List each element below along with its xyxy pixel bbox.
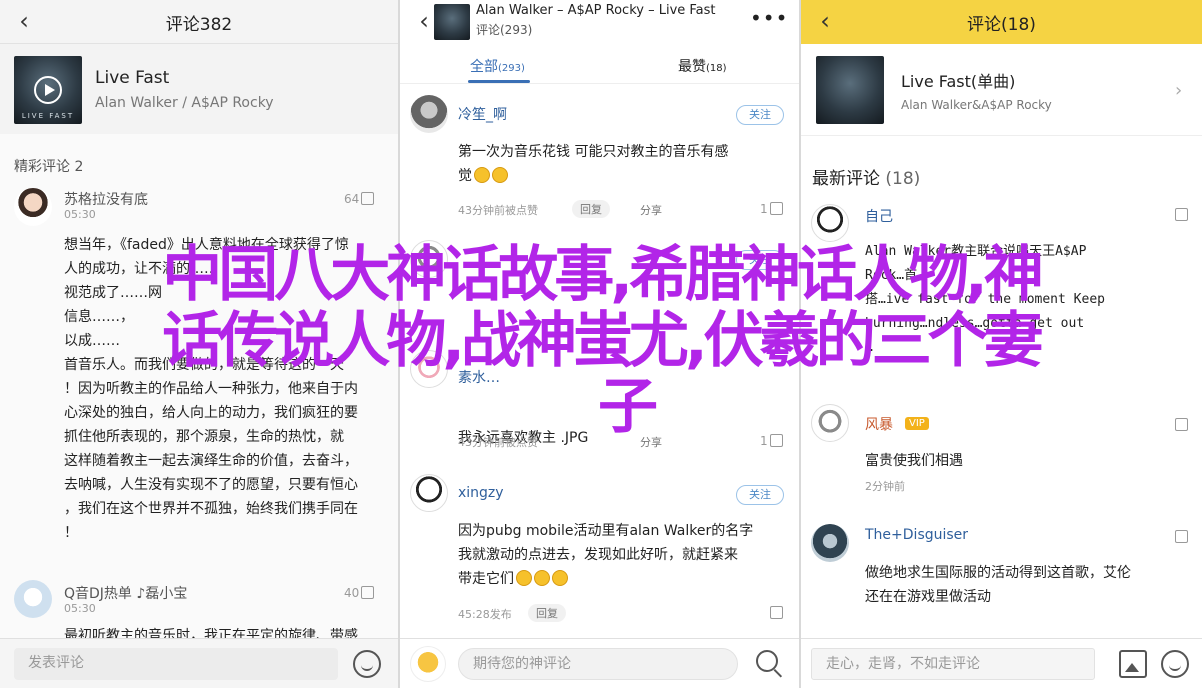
tab-all[interactable]: 全部(293) (470, 56, 525, 76)
comment-text: 第一次为音乐花钱 可能只对教主的音乐有感 觉 (458, 144, 729, 184)
emoji-icon (516, 570, 532, 586)
like-button[interactable]: 1 (760, 434, 783, 448)
page-title: 评论(18) (967, 15, 1036, 35)
tab-hot[interactable]: 最赞(18) (678, 56, 727, 76)
comment-input-bar: 发表评论 (0, 638, 398, 688)
comment-time: 45:28发布 (458, 608, 512, 621)
song-title: Live Fast(单曲) (901, 72, 1016, 91)
comment-input-bar: 期待您的神评论 (400, 638, 799, 688)
reply-button[interactable]: 回复 (528, 604, 566, 622)
thumbs-up-icon (769, 434, 783, 447)
avatar[interactable] (14, 188, 52, 226)
section-title: 最新评论 (18) (812, 169, 921, 189)
avatar[interactable] (811, 204, 849, 242)
comment-text: 因为pubg mobile活动里有alan Walker的名字 我就激动的点进去… (458, 523, 754, 587)
play-icon[interactable] (34, 76, 62, 104)
comment-text: Alan Walker教主联合说唱天王A$AP Rock…首… 搭…ive fa… (865, 244, 1105, 355)
share-button[interactable]: 分享 (640, 434, 662, 450)
comments-panel-2: ‹ Alan Walker – A$AP Rocky – Live Fast 评… (400, 0, 799, 688)
comment-author[interactable]: Q音DJ热单 ♪磊小宝 (64, 583, 187, 603)
song-artist: Alan Walker&A$AP Rocky (901, 98, 1052, 112)
thumbs-up-icon (361, 192, 375, 205)
avatar[interactable] (811, 404, 849, 442)
header-bar: ‹ Alan Walker – A$AP Rocky – Live Fast 评… (400, 0, 799, 44)
song-artist: Alan Walker / A$AP Rocky (95, 95, 274, 111)
search-icon[interactable] (756, 650, 778, 672)
comment-author[interactable]: 风暴 (865, 414, 893, 434)
comment-text: 做绝地求生国际服的活动得到这首歌，艾伦 还在在游戏里做活动 (865, 565, 1131, 605)
comment-tabs: 全部(293) 最赞(18) (400, 44, 799, 84)
comment-time: 43分钟前被点赞 (458, 204, 538, 217)
comment-count: 评论(293) (476, 23, 533, 37)
like-button[interactable] (1173, 530, 1188, 544)
avatar[interactable] (410, 474, 448, 512)
comment-text: 想当年，《faded》出人意料地在全球获得了惊 人的成功，让不满的…… 视范成了… (64, 237, 358, 541)
song-title: Alan Walker – A$AP Rocky – Live Fast (476, 3, 716, 18)
emoji-icon (474, 167, 490, 183)
more-icon[interactable]: ••• (750, 6, 788, 30)
emoji-icon[interactable] (353, 650, 381, 678)
emoji-icon (492, 167, 508, 183)
comment-time: 05:30 (64, 602, 96, 615)
avatar[interactable] (811, 524, 849, 562)
album-cover[interactable] (434, 4, 470, 40)
like-button[interactable]: 64 (344, 192, 375, 206)
tab-indicator (468, 80, 530, 83)
section-title: 精彩评论 2 (14, 159, 84, 175)
thumbs-up-icon (1175, 418, 1188, 431)
comment-author[interactable]: 素水… (458, 367, 500, 387)
thumbs-up-icon (1175, 208, 1188, 221)
page-title: 评论382 (165, 15, 233, 35)
comment-author[interactable]: 苏格拉没有底 (64, 189, 148, 209)
avatar[interactable] (410, 95, 448, 133)
avatar[interactable] (410, 240, 448, 278)
image-icon[interactable] (1119, 650, 1147, 678)
emoji-icon (534, 570, 550, 586)
avatar[interactable] (410, 350, 448, 388)
song-card[interactable]: Live Fast(单曲) Alan Walker&A$AP Rocky › (801, 44, 1202, 136)
emoji-icon (552, 570, 568, 586)
comment-input[interactable]: 发表评论 (14, 648, 338, 680)
reply-button[interactable]: 回复 (572, 200, 610, 218)
comment-author[interactable]: The+Disguiser (865, 527, 968, 543)
comment-author[interactable]: 自己 (865, 206, 893, 226)
like-button[interactable] (1173, 208, 1188, 222)
song-title: Live Fast (95, 68, 170, 88)
comment-input[interactable]: 期待您的神评论 (458, 648, 738, 680)
comment-text: 富贵使我们相遇 (865, 453, 963, 469)
share-button[interactable]: 分享 (640, 202, 662, 218)
follow-button[interactable]: 关注 (736, 250, 784, 270)
like-button[interactable]: 1 (760, 202, 783, 216)
comment-author[interactable]: 冷笙_啊 (458, 104, 507, 124)
album-cover[interactable]: LIVE FAST (14, 56, 82, 124)
vip-badge: VIP (905, 417, 929, 430)
album-cover[interactable] (816, 56, 884, 124)
comment-author[interactable]: xingzy (458, 485, 504, 501)
follow-button[interactable]: 关注 (736, 485, 784, 505)
comment-time: 43分钟前被点赞 (458, 436, 538, 449)
comment-time: 2分钟前 (865, 480, 905, 493)
header-bar: ‹ 评论382 (0, 0, 398, 44)
thumbs-up-icon (769, 202, 783, 215)
song-card[interactable]: LIVE FAST Live Fast Alan Walker / A$AP R… (0, 44, 398, 134)
comment-input-bar: 走心，走肾，不如走评论 (801, 638, 1202, 688)
chevron-right-icon[interactable]: › (1175, 80, 1182, 101)
follow-button[interactable]: 关注 (736, 105, 784, 125)
thumbs-up-icon (1175, 530, 1188, 543)
avatar[interactable] (14, 580, 52, 618)
header-bar: ‹ 评论(18) (801, 0, 1202, 44)
comments-panel-3: ‹ 评论(18) Live Fast(单曲) Alan Walker&A$AP … (801, 0, 1202, 688)
comment-input[interactable]: 走心，走肾，不如走评论 (811, 648, 1095, 680)
emoji-icon[interactable] (1161, 650, 1189, 678)
like-button[interactable] (1173, 418, 1188, 432)
like-button[interactable] (768, 606, 783, 620)
user-avatar[interactable] (410, 646, 446, 682)
comments-panel-1: ‹ 评论382 LIVE FAST Live Fast Alan Walker … (0, 0, 398, 688)
like-button[interactable]: 40 (344, 586, 375, 600)
thumbs-up-icon (361, 586, 375, 599)
thumbs-up-icon (770, 606, 783, 619)
comment-time: 05:30 (64, 208, 96, 221)
